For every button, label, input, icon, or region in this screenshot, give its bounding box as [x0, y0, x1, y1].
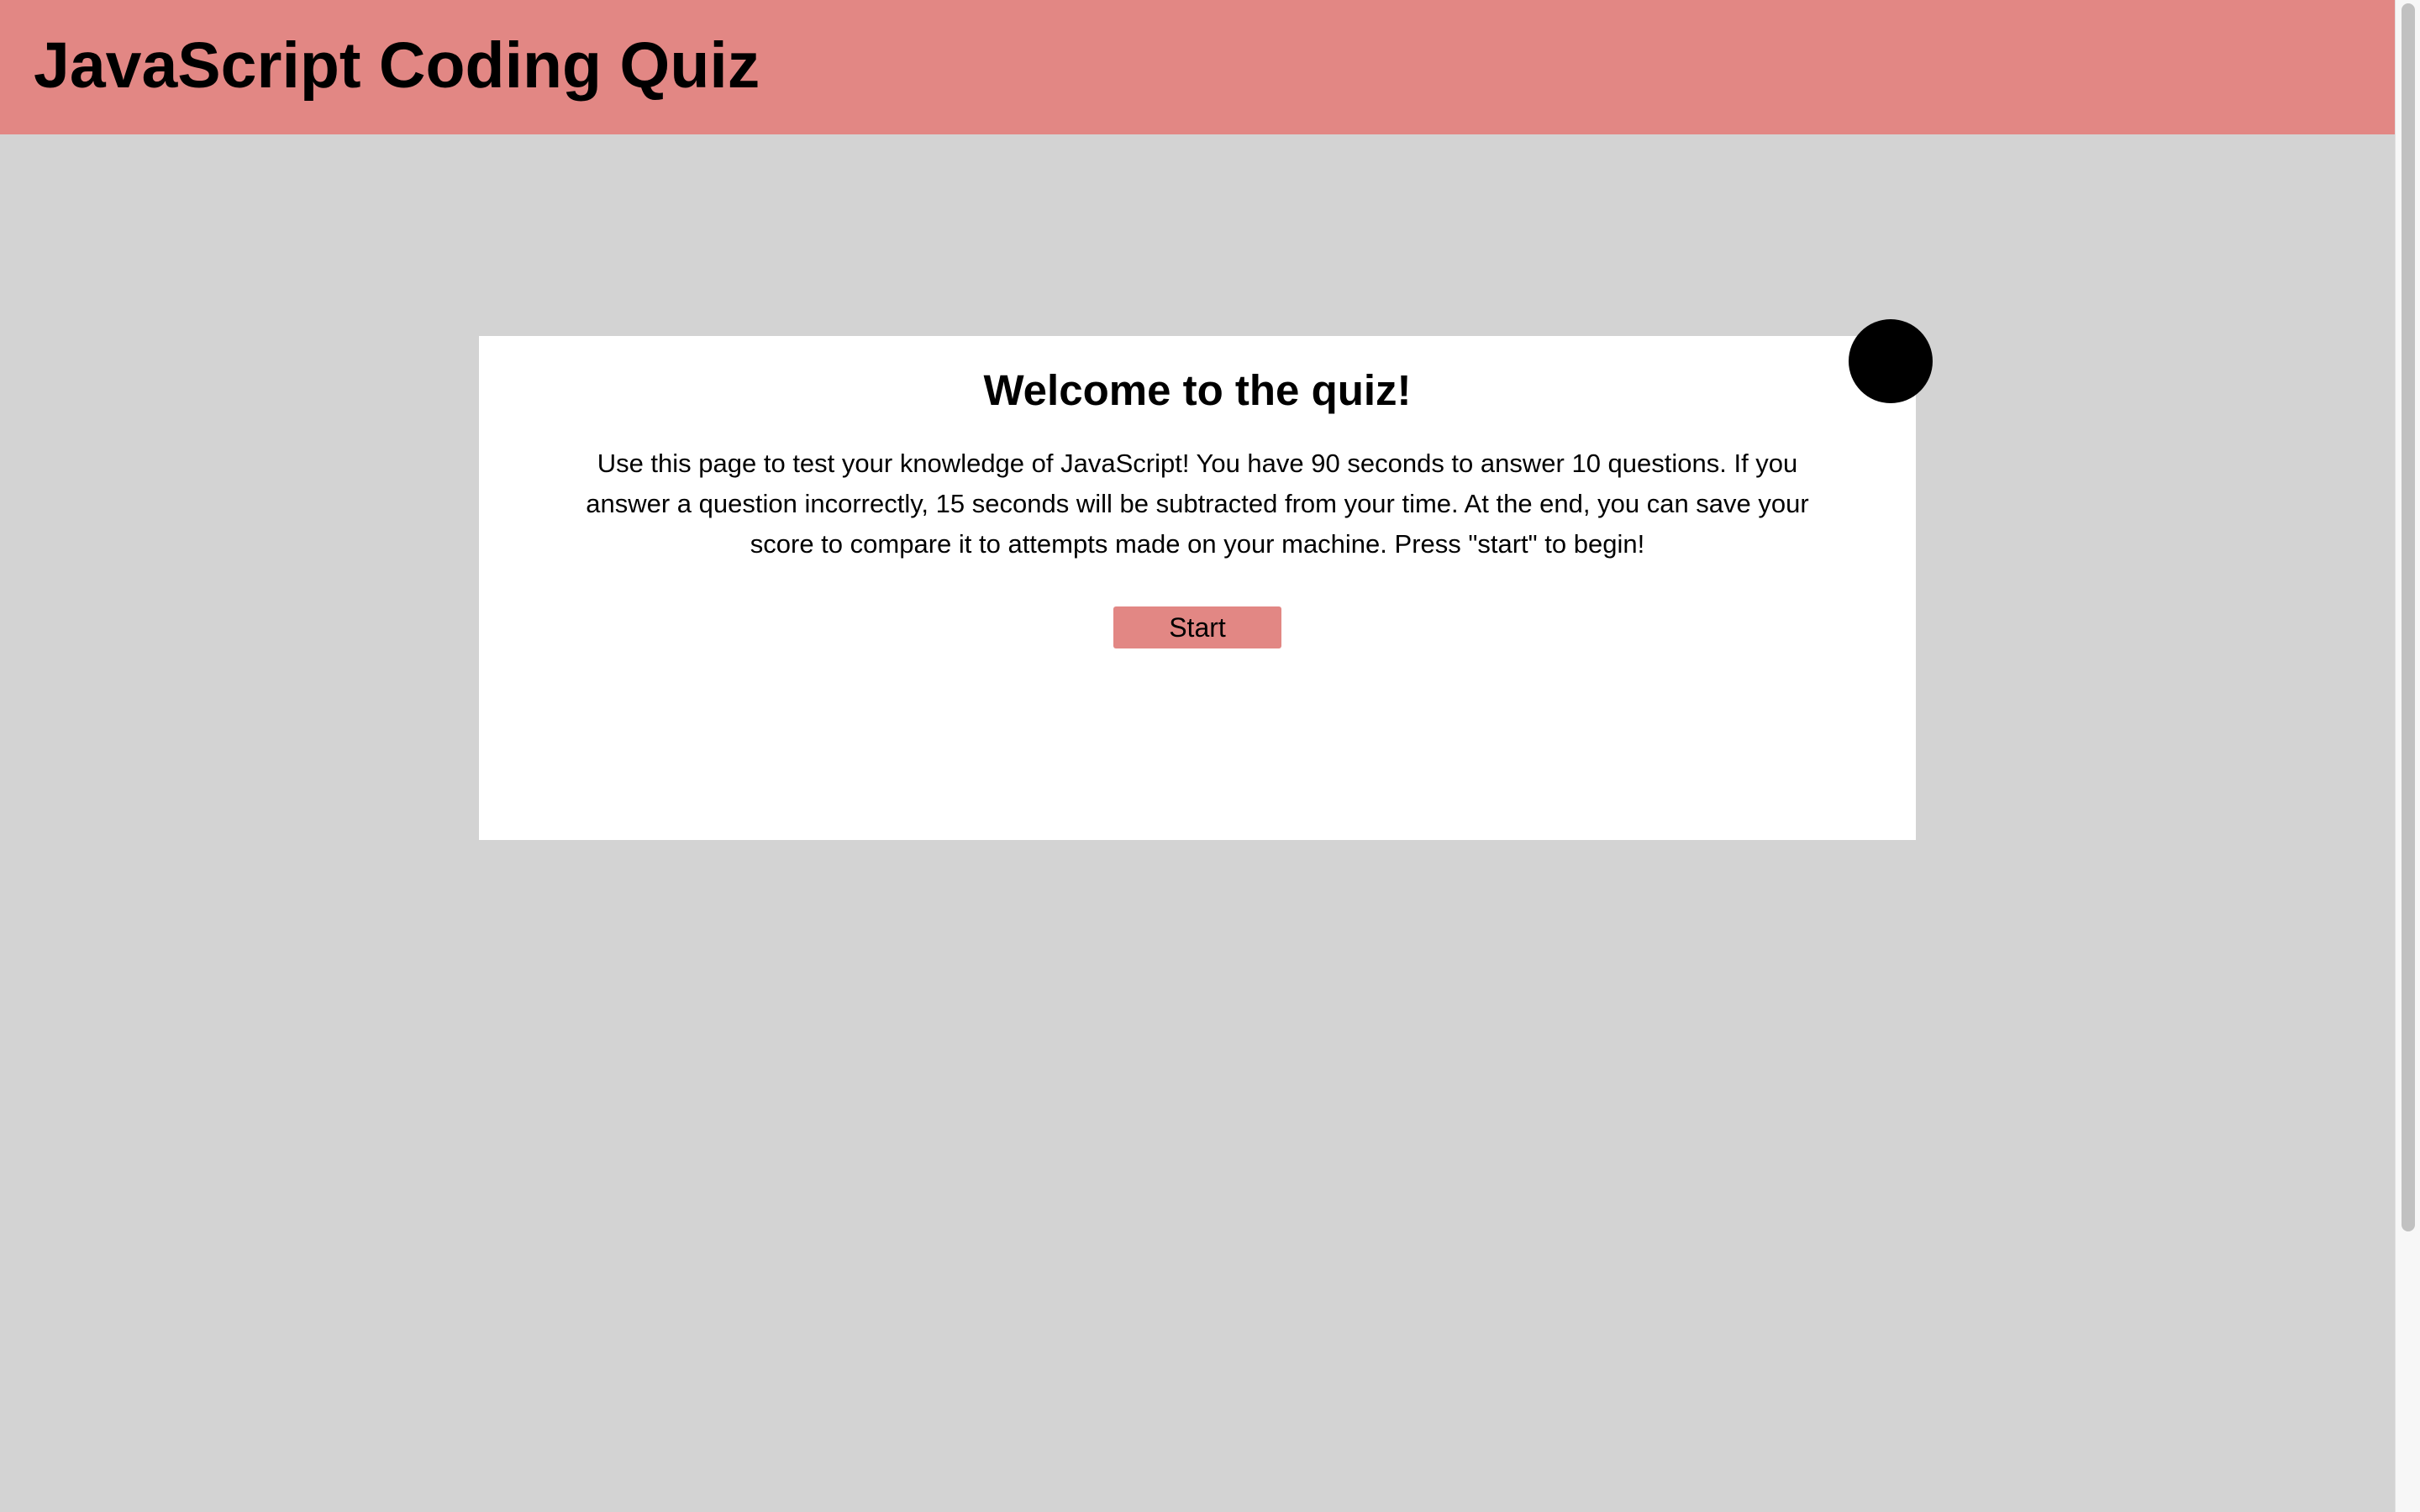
vertical-scrollbar[interactable] [2395, 0, 2420, 1512]
quiz-instructions: Use this page to test your knowledge of … [586, 449, 1809, 559]
page-title: JavaScript Coding Quiz [34, 29, 760, 102]
timer-circle-icon [1849, 319, 1933, 403]
intro-card: Welcome to the quiz! Use this page to te… [479, 336, 1916, 840]
page-header: JavaScript Coding Quiz [0, 0, 2395, 134]
scrollbar-thumb[interactable] [2402, 3, 2415, 1231]
start-button[interactable]: Start [1113, 606, 1281, 648]
welcome-heading: Welcome to the quiz! [983, 366, 1412, 414]
